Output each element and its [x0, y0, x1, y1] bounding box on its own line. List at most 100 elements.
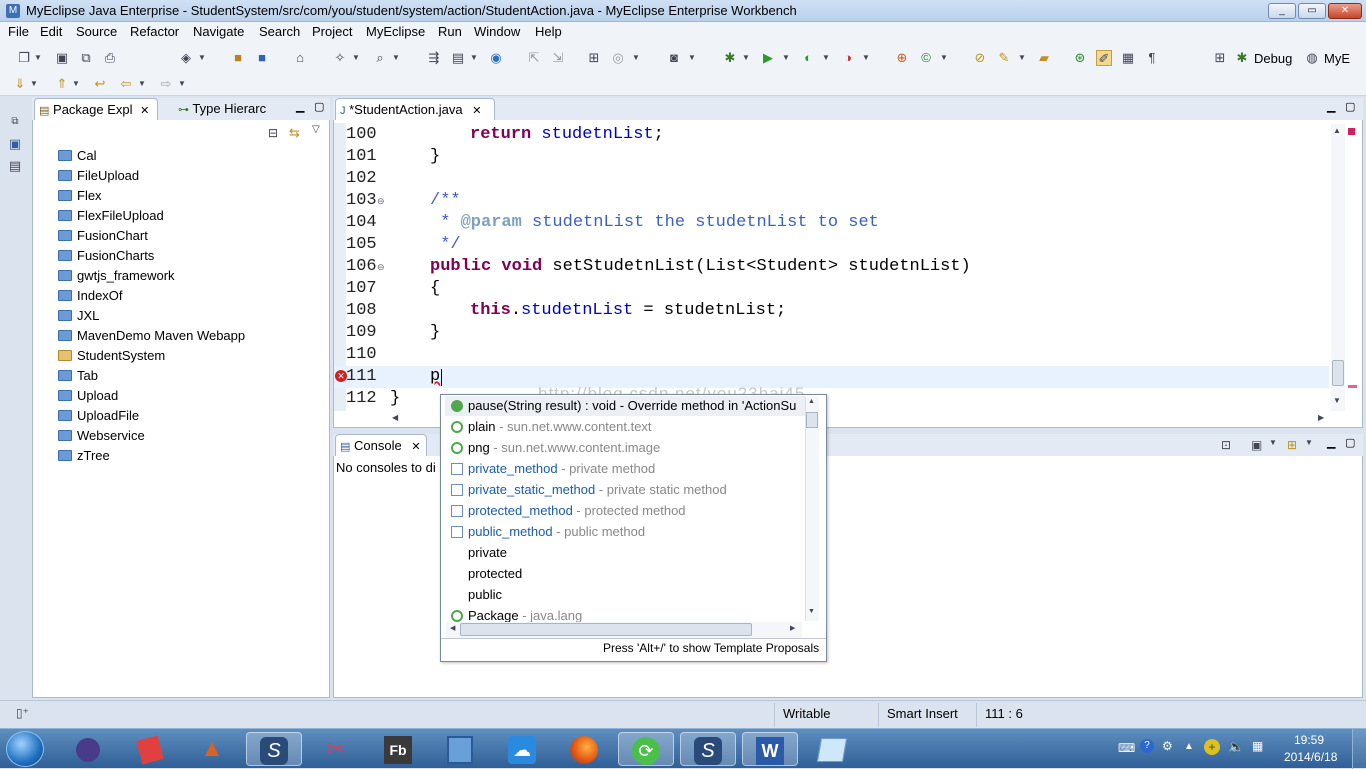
- network-icon[interactable]: ▦: [1252, 739, 1263, 753]
- menu-refactor[interactable]: Refactor: [130, 24, 179, 39]
- open-console-dropdown-icon[interactable]: ▼: [1305, 438, 1313, 447]
- highlight-icon[interactable]: ✐: [1096, 50, 1112, 66]
- matlab-taskbar-icon[interactable]: ▲: [184, 732, 240, 766]
- tree-item[interactable]: FileUpload: [58, 166, 139, 186]
- run-dropdown-icon[interactable]: ▼: [782, 50, 790, 66]
- menu-source[interactable]: Source: [76, 24, 117, 39]
- start-button[interactable]: [6, 731, 44, 767]
- menu-project[interactable]: Project: [312, 24, 352, 39]
- tab-student-action[interactable]: J *StudentAction.java ✕: [335, 98, 495, 120]
- tree-item[interactable]: Cal: [58, 146, 97, 166]
- new-icon[interactable]: ❐: [16, 50, 32, 66]
- proposal-hscroll-thumb[interactable]: [460, 623, 752, 636]
- open-perspective-icon[interactable]: ⊞: [1212, 50, 1228, 66]
- wizard-icon[interactable]: ✧: [332, 50, 348, 66]
- disabled-icon-3[interactable]: ◎: [610, 50, 626, 66]
- prev-annotation-dropdown-icon[interactable]: ▼: [72, 76, 80, 92]
- globe-icon[interactable]: ◉: [488, 50, 504, 66]
- proposal-vertical-scrollbar[interactable]: [805, 397, 819, 621]
- browser-icon[interactable]: ⊞: [586, 50, 602, 66]
- document-taskbar-icon[interactable]: [804, 732, 860, 766]
- code-line[interactable]: return studetnList;: [470, 124, 664, 146]
- overview-marker[interactable]: [1348, 385, 1357, 388]
- camera-icon[interactable]: ◙: [666, 50, 682, 66]
- forward-dropdown-icon[interactable]: ▼: [178, 76, 186, 92]
- volume-icon[interactable]: 🔈: [1228, 739, 1244, 755]
- disabled-dropdown-icon[interactable]: ▼: [632, 50, 640, 66]
- maximize-editor-icon[interactable]: ▢: [1345, 100, 1355, 113]
- proposal-item[interactable]: private_method - private method: [451, 458, 655, 479]
- proposal-scroll-thumb[interactable]: [806, 412, 818, 428]
- scroll-up-icon[interactable]: ▲: [1333, 126, 1341, 135]
- clock-date[interactable]: 2014/6/18: [1284, 750, 1337, 764]
- eclipse-taskbar-icon[interactable]: [60, 732, 116, 766]
- external-tools-icon[interactable]: ◑: [840, 50, 856, 66]
- code-line[interactable]: {: [430, 278, 440, 300]
- print-icon[interactable]: ⎙: [102, 50, 118, 66]
- keyboard-tray-icon[interactable]: ⌨: [1118, 741, 1135, 755]
- close-tab-icon[interactable]: ✕: [140, 105, 149, 117]
- proposal-item[interactable]: private: [451, 542, 507, 563]
- maximize-console-icon[interactable]: ▢: [1345, 436, 1355, 449]
- show-desktop-button[interactable]: [1352, 729, 1366, 769]
- menu-navigate[interactable]: Navigate: [193, 24, 244, 39]
- debug-dropdown-icon[interactable]: ▼: [742, 50, 750, 66]
- add-tray-icon[interactable]: +: [1204, 739, 1220, 755]
- external-tools-dropdown-icon[interactable]: ▼: [862, 50, 870, 66]
- deploy-icon[interactable]: ⇶: [426, 50, 442, 66]
- menu-window[interactable]: Window: [474, 24, 520, 39]
- menu-edit[interactable]: Edit: [40, 24, 62, 39]
- minimize-editor-icon[interactable]: ▁: [1327, 100, 1335, 113]
- run-server-dropdown-icon[interactable]: ▼: [470, 50, 478, 66]
- scroll-right-icon[interactable]: ▶: [1318, 413, 1324, 422]
- code-line[interactable]: this.studetnList = studetnList;: [470, 300, 786, 322]
- forward-icon[interactable]: ⇨: [158, 76, 174, 92]
- tab-console[interactable]: ▤ Console ✕: [335, 434, 427, 456]
- minimize-console-icon[interactable]: ▁: [1327, 436, 1335, 449]
- menu-file[interactable]: File: [8, 24, 29, 39]
- code-line[interactable]: */: [430, 234, 460, 256]
- tree-item[interactable]: IndexOf: [58, 286, 123, 306]
- run-external-dropdown-icon[interactable]: ▼: [822, 50, 830, 66]
- clock-time[interactable]: 19:59: [1294, 733, 1324, 747]
- tree-item[interactable]: Tab: [58, 366, 98, 386]
- fold-icon[interactable]: ⊖: [377, 196, 385, 207]
- tree-item[interactable]: FusionCharts: [58, 246, 154, 266]
- disabled-icon-1[interactable]: ⇱: [526, 50, 542, 66]
- scroll-down-icon[interactable]: ▼: [1333, 396, 1341, 405]
- run-icon[interactable]: ▶: [760, 50, 776, 66]
- disabled-icon-2[interactable]: ⇲: [550, 50, 566, 66]
- scroll-right-icon[interactable]: ▶: [790, 624, 795, 632]
- debug-perspective-icon[interactable]: ✱: [1234, 50, 1250, 66]
- fold-icon[interactable]: ⊖: [377, 262, 385, 273]
- tree-item[interactable]: zTree: [58, 446, 110, 466]
- minimize-view-icon[interactable]: ▁: [296, 100, 304, 113]
- tab-type-hierarchy[interactable]: ⊶ Type Hierarc: [174, 98, 294, 120]
- wizard-dropdown-icon[interactable]: ▼: [352, 50, 360, 66]
- maximize-button[interactable]: ▭: [1298, 3, 1326, 19]
- run-external-icon[interactable]: ◐: [800, 50, 816, 66]
- myeclipse-2-taskbar-icon[interactable]: S: [680, 732, 736, 766]
- tree-item[interactable]: JXL: [58, 306, 99, 326]
- scroll-down-icon[interactable]: ▼: [808, 608, 815, 615]
- new-java-dropdown-icon[interactable]: ▼: [940, 50, 948, 66]
- myeclipse-perspective-icon[interactable]: ◍: [1304, 50, 1320, 66]
- view-menu-icon[interactable]: ▽: [312, 124, 320, 135]
- search-icon[interactable]: ⌕: [372, 50, 388, 66]
- code-line[interactable]: public void setStudetnList(List<Student>…: [430, 256, 971, 278]
- word-taskbar-icon[interactable]: W: [742, 732, 798, 766]
- debug-icon[interactable]: ✱: [722, 50, 738, 66]
- code-line[interactable]: * @param studetnList the studetnList to …: [430, 212, 879, 234]
- firefox-taskbar-icon[interactable]: [556, 732, 612, 766]
- proposal-item[interactable]: public: [451, 584, 502, 605]
- scroll-left-icon[interactable]: ◀: [392, 413, 398, 422]
- proposal-item[interactable]: public_method - public method: [451, 521, 645, 542]
- cube-icon[interactable]: ■: [254, 50, 270, 66]
- myeclipse-perspective-label[interactable]: MyE: [1324, 51, 1350, 66]
- code-line[interactable]: }: [390, 388, 400, 410]
- tree-item[interactable]: StudentSystem: [58, 346, 165, 366]
- scroll-left-icon[interactable]: ◀: [450, 624, 455, 632]
- proposal-item[interactable]: pause(String result) : void - Override m…: [451, 395, 796, 416]
- back-icon[interactable]: ⇦: [118, 76, 134, 92]
- restore-icon[interactable]: ⧉: [7, 114, 23, 130]
